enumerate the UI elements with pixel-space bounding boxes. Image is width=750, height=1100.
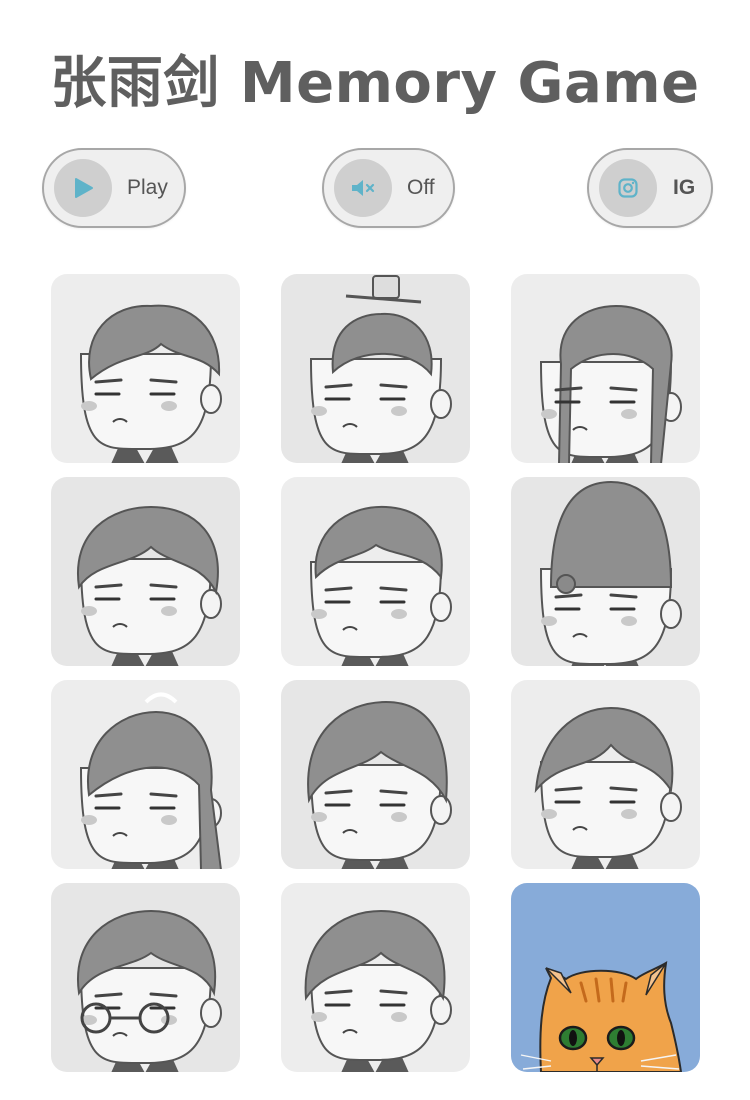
instagram-link-button[interactable]: IG [587, 148, 713, 228]
memory-card[interactable] [51, 477, 240, 666]
instagram-label: IG [673, 176, 696, 199]
play-label: Play [127, 176, 168, 199]
play-icon [54, 159, 112, 217]
memory-card[interactable] [281, 274, 470, 463]
memory-card[interactable] [511, 883, 700, 1072]
memory-card[interactable] [281, 680, 470, 869]
memory-card[interactable] [51, 274, 240, 463]
mute-icon [334, 159, 392, 217]
memory-card[interactable] [281, 883, 470, 1072]
sound-toggle-button[interactable]: Off [322, 148, 455, 228]
memory-card[interactable] [281, 477, 470, 666]
memory-card[interactable] [511, 680, 700, 869]
page-title: 张雨剑 Memory Game [50, 51, 700, 116]
memory-card[interactable] [511, 274, 700, 463]
memory-card[interactable] [51, 680, 240, 869]
play-toggle-button[interactable]: Play [42, 148, 186, 228]
instagram-icon [599, 159, 657, 217]
memory-card[interactable] [511, 477, 700, 666]
memory-card[interactable] [51, 883, 240, 1072]
sound-label: Off [407, 176, 435, 199]
